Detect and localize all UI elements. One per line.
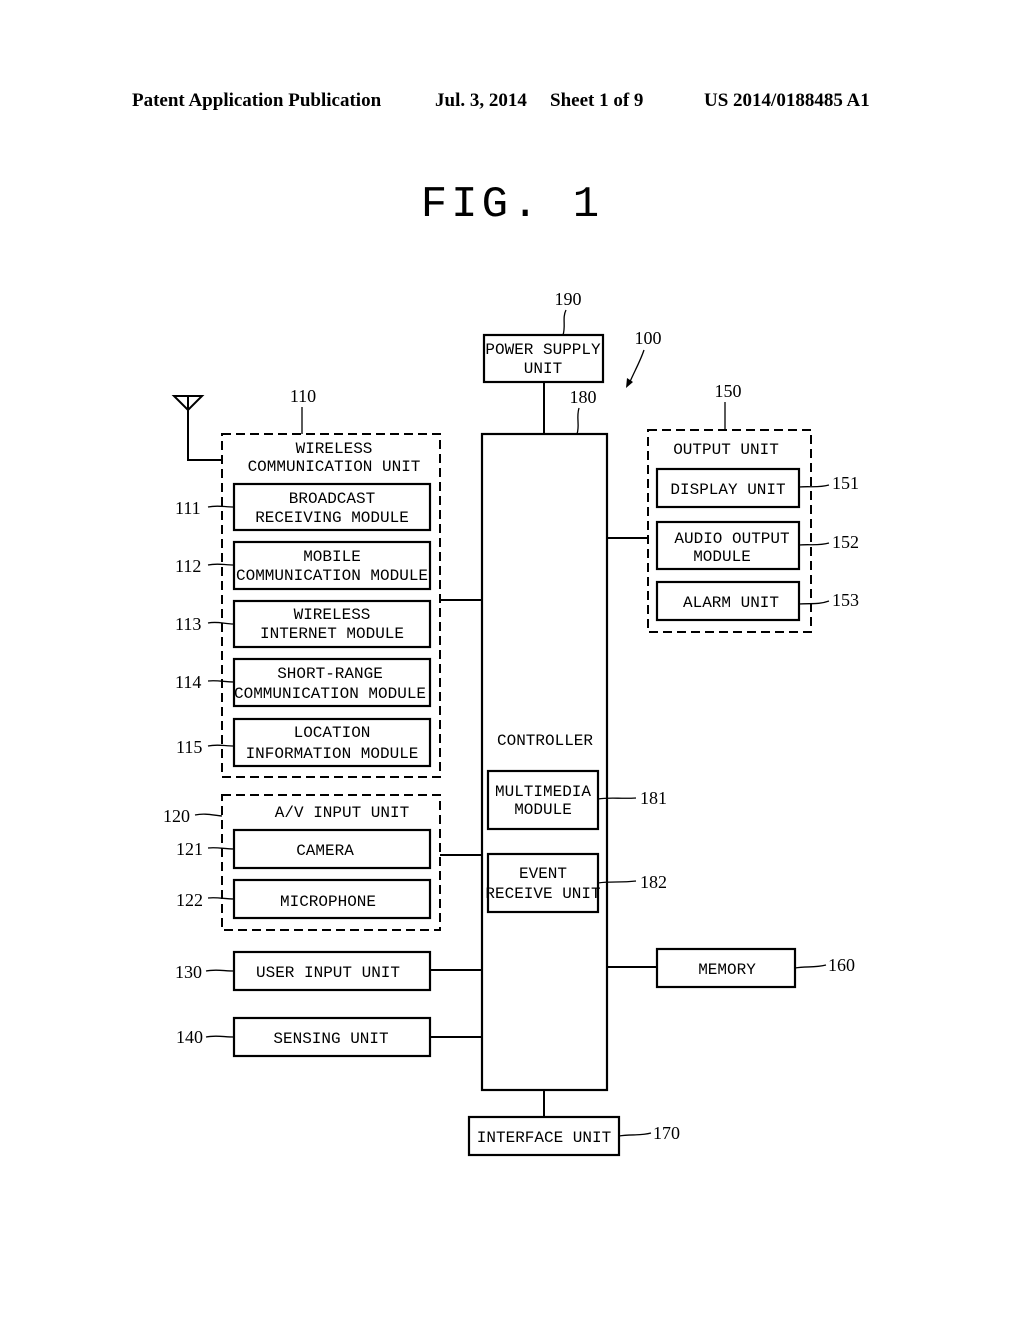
memory-label: MEMORY [698,961,756,979]
audio-output-label-2: MODULE [693,548,751,566]
ref-170: 170 [653,1123,680,1143]
controller-label: CONTROLLER [497,732,593,750]
event-receive-label-1: EVENT [519,865,567,883]
ref-153: 153 [832,590,859,610]
block-diagram: POWER SUPPLY UNIT 190 100 CONTROLLER 180… [163,289,859,1157]
broadcast-label-1: BROADCAST [289,490,375,508]
wireless-comm-label-2: COMMUNICATION UNIT [248,458,421,476]
ref-120: 120 [163,806,190,826]
mobile-comm-label-1: MOBILE [303,548,361,566]
ref-121: 121 [176,839,203,859]
broadcast-label-2: RECEIVING MODULE [255,509,409,527]
multimedia-label-1: MULTIMEDIA [495,783,591,801]
ref-160: 160 [828,955,855,975]
ref-110: 110 [290,386,316,406]
mobile-comm-label-2: COMMUNICATION MODULE [236,567,428,585]
short-range-label-2: COMMUNICATION MODULE [234,685,426,703]
wireless-comm-label-1: WIRELESS [296,440,373,458]
power-supply-label-2: UNIT [524,360,562,378]
event-receive-unit-box [486,852,600,914]
interface-unit-label: INTERFACE UNIT [477,1129,611,1147]
ref-150: 150 [715,381,742,401]
ref-151: 151 [832,473,859,493]
ref-115: 115 [176,737,202,757]
power-supply-label-1: POWER SUPPLY [485,341,601,359]
av-input-label: A/V INPUT UNIT [275,804,409,822]
audio-output-label-1: AUDIO OUTPUT [674,530,789,548]
ref-190: 190 [555,289,582,309]
user-input-label: USER INPUT UNIT [256,964,400,982]
ref-181: 181 [640,788,667,808]
controller-box [480,432,609,1092]
ref-114: 114 [175,672,201,692]
ref-100: 100 [635,328,662,348]
short-range-label-1: SHORT-RANGE [277,665,383,683]
ref-111: 111 [175,498,201,518]
sensing-label: SENSING UNIT [273,1030,388,1048]
ref-130: 130 [175,962,202,982]
multimedia-label-2: MODULE [514,801,572,819]
location-label-2: INFORMATION MODULE [246,745,419,763]
ref-180: 180 [570,387,597,407]
output-unit-label: OUTPUT UNIT [673,441,779,459]
location-label-1: LOCATION [294,724,371,742]
ref-182: 182 [640,872,667,892]
ref-112: 112 [175,556,201,576]
arrow-icon [626,378,633,388]
wireless-internet-label-1: WIRELESS [294,606,371,624]
ref-152: 152 [832,532,859,552]
ref-122: 122 [176,890,203,910]
ref-140: 140 [176,1027,203,1047]
antenna-icon [171,395,222,461]
camera-label: CAMERA [296,842,354,860]
ref-113: 113 [175,614,201,634]
wireless-internet-label-2: INTERNET MODULE [260,625,404,643]
event-receive-label-2: RECEIVE UNIT [485,885,600,903]
microphone-label: MICROPHONE [280,893,376,911]
alarm-unit-label: ALARM UNIT [683,594,779,612]
display-unit-label: DISPLAY UNIT [670,481,785,499]
